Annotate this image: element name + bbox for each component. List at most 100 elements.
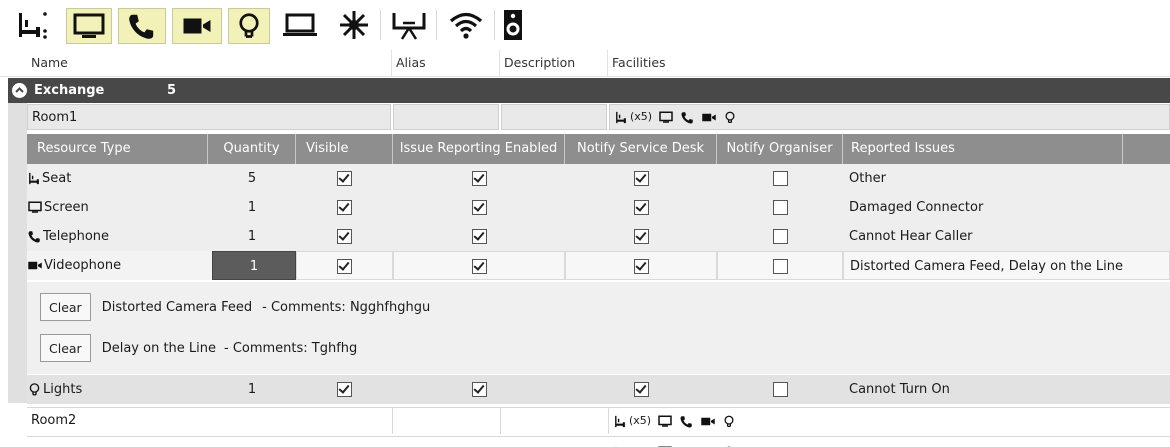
screen-icon xyxy=(27,200,43,215)
header-notify-organiser[interactable]: Notify Organiser xyxy=(717,134,843,164)
room-description xyxy=(501,408,609,434)
telephone-icon xyxy=(680,110,695,125)
resource-table-header: Resource Type Quantity Visible Issue Rep… xyxy=(27,134,1170,164)
header-reported-issues[interactable]: Reported Issues xyxy=(843,134,1123,164)
visible-checkbox[interactable] xyxy=(337,229,352,244)
resource-type: Seat xyxy=(42,164,71,193)
seat-count: (x5) xyxy=(629,408,651,434)
room-description xyxy=(501,104,607,130)
screen-icon xyxy=(657,414,673,429)
resource-type-cell: Seat xyxy=(27,164,208,193)
notify-organiser-checkbox[interactable] xyxy=(773,200,788,215)
facilities-toolbar xyxy=(8,4,608,44)
lights-button[interactable] xyxy=(228,8,270,44)
issue-comment: - Comments: Tghfhg xyxy=(224,341,357,356)
issue-reporting-checkbox[interactable] xyxy=(472,171,487,186)
room-facilities: (x5) xyxy=(609,104,1170,130)
issue-entry: Clear Delay on the Line - Comments: Tghf… xyxy=(40,333,357,363)
issue-reporting-checkbox[interactable] xyxy=(472,229,487,244)
resource-row-videophone[interactable]: Videophone 1 Distorted Camera Feed, Dela… xyxy=(27,251,1170,280)
notify-organiser-checkbox[interactable] xyxy=(773,171,788,186)
column-name[interactable]: Name xyxy=(27,50,392,76)
room-name: Room2 xyxy=(27,408,393,434)
visible-checkbox[interactable] xyxy=(337,382,352,397)
column-alias[interactable]: Alias xyxy=(392,50,500,76)
notify-service-desk-checkbox[interactable] xyxy=(634,171,649,186)
air-conditioning-button[interactable] xyxy=(334,8,374,42)
collapse-toggle[interactable] xyxy=(12,83,27,98)
screen-button[interactable] xyxy=(66,8,112,44)
screen-icon xyxy=(658,110,674,125)
issue-reporting-checkbox[interactable] xyxy=(472,382,487,397)
seat-add-button[interactable] xyxy=(8,8,56,42)
room-row-room1[interactable]: Room1 (x5) xyxy=(27,104,1170,130)
chevron-up-icon xyxy=(12,83,27,98)
room-row-room2[interactable]: Room2 (x5) xyxy=(27,407,1170,434)
resource-row-lights[interactable]: Lights 1 Cannot Turn On xyxy=(27,375,1170,404)
lights-icon xyxy=(234,11,264,41)
quantity-cell[interactable]: 1 xyxy=(208,375,296,404)
header-issue-reporting[interactable]: Issue Reporting Enabled xyxy=(393,134,565,164)
seat-count: (x5) xyxy=(630,104,652,130)
column-facilities[interactable]: Facilities xyxy=(608,50,1170,76)
column-description[interactable]: Description xyxy=(500,50,608,76)
notify-service-desk-checkbox[interactable] xyxy=(634,229,649,244)
notify-organiser-checkbox[interactable] xyxy=(773,259,788,274)
telephone-icon xyxy=(125,10,159,42)
reported-issues: Cannot Turn On xyxy=(843,375,1170,404)
header-corner xyxy=(0,50,27,76)
reported-issues: Distorted Camera Feed, Delay on the Line xyxy=(843,251,1170,280)
notify-service-desk-checkbox[interactable] xyxy=(634,200,649,215)
notify-organiser-checkbox[interactable] xyxy=(773,382,788,397)
resource-row-seat[interactable]: Seat 5 Other xyxy=(27,164,1170,193)
room-row-partial[interactable]: (x5) xyxy=(27,436,1170,447)
group-row-exchange[interactable]: Exchange 5 xyxy=(8,78,1170,103)
resource-type: Telephone xyxy=(43,222,109,251)
seat-icon xyxy=(613,414,627,429)
laptop-button[interactable] xyxy=(278,8,322,42)
telephone-icon xyxy=(679,414,694,429)
issue-reporting-checkbox[interactable] xyxy=(472,200,487,215)
wifi-button[interactable] xyxy=(444,8,488,42)
header-resource-type[interactable]: Resource Type xyxy=(27,134,208,164)
header-visible[interactable]: Visible xyxy=(296,134,393,164)
lights-icon xyxy=(27,382,42,397)
header-quantity[interactable]: Quantity xyxy=(208,134,296,164)
resource-type-cell: Telephone xyxy=(27,222,208,251)
issue-reporting-checkbox[interactable] xyxy=(472,259,487,274)
speaker-button[interactable] xyxy=(500,8,526,42)
telephone-icon xyxy=(27,229,42,244)
telephone-button[interactable] xyxy=(118,8,166,44)
videophone-icon xyxy=(178,11,216,41)
screen-icon xyxy=(72,11,106,41)
quantity-cell[interactable]: 1 xyxy=(208,222,296,251)
visible-checkbox[interactable] xyxy=(337,259,352,274)
issue-entry: Clear Distorted Camera Feed - Comments: … xyxy=(40,292,430,322)
room-name: Room1 xyxy=(27,104,391,130)
quantity-cell-selected[interactable]: 1 xyxy=(212,251,296,280)
issue-name: Delay on the Line xyxy=(102,341,216,356)
notify-organiser-checkbox[interactable] xyxy=(773,229,788,244)
visible-checkbox[interactable] xyxy=(337,171,352,186)
quantity-cell[interactable]: 5 xyxy=(208,164,296,193)
room-alias xyxy=(393,408,501,434)
header-notify-service-desk[interactable]: Notify Service Desk xyxy=(565,134,717,164)
resource-row-telephone[interactable]: Telephone 1 Cannot Hear Caller xyxy=(27,222,1170,251)
resource-type-cell: Videophone xyxy=(27,251,208,280)
clear-issue-button[interactable]: Clear xyxy=(40,293,91,321)
visible-checkbox[interactable] xyxy=(337,200,352,215)
clear-issue-button[interactable]: Clear xyxy=(40,334,91,362)
resource-type-cell: Screen xyxy=(27,193,208,222)
resource-type-cell: Lights xyxy=(27,375,208,404)
grid-column-header: Name Alias Description Facilities xyxy=(0,50,1170,77)
projector-button[interactable] xyxy=(388,8,430,42)
resource-row-screen[interactable]: Screen 1 Damaged Connector xyxy=(27,193,1170,222)
speaker-icon xyxy=(503,9,523,41)
quantity-cell[interactable]: 1 xyxy=(208,193,296,222)
seat-add-icon xyxy=(16,10,48,40)
room-alias xyxy=(393,104,499,130)
notify-service-desk-checkbox[interactable] xyxy=(634,259,649,274)
videophone-button[interactable] xyxy=(172,8,222,44)
resource-type: Screen xyxy=(44,193,89,222)
notify-service-desk-checkbox[interactable] xyxy=(634,382,649,397)
